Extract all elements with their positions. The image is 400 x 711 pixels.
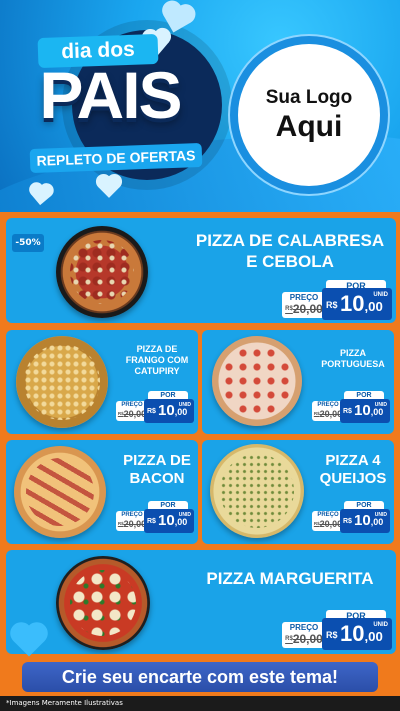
product-name: PIZZA DE BACON: [123, 452, 191, 487]
new-price-box: R$ 10,00 UNID: [340, 399, 390, 423]
footer-bar: *Imagens Meramente Ilustrativas: [0, 696, 400, 711]
product-card-portuguesa[interactable]: PIZZA PORTUGUESA POR PREÇO R$20,00 R$ 10…: [202, 330, 394, 434]
product-name: PIZZA 4 QUEIJOS: [319, 452, 387, 487]
pizza-image: [56, 556, 150, 650]
product-card-bacon[interactable]: PIZZA DE BACON POR PREÇO R$20,00 R$ 10,0…: [6, 440, 198, 544]
pizza-image: [14, 446, 106, 538]
unit-label: UNID: [374, 512, 387, 518]
currency: R$: [343, 518, 352, 525]
product-name: PIZZA PORTUGUESA: [321, 348, 385, 369]
logo-line-1: Sua Logo: [265, 87, 353, 108]
currency: R$: [147, 408, 156, 415]
campaign-title: dia dos PAIS REPLETO DE OFERTAS: [20, 28, 220, 198]
disclaimer-text: *Imagens Meramente Ilustrativas: [6, 699, 123, 707]
new-price-box: R$ 10,00 UNID: [144, 399, 194, 423]
currency: R$: [343, 408, 352, 415]
old-price: R$20,00: [285, 632, 323, 646]
product-name: PIZZA DE CALABRESA E CEBOLA: [195, 231, 385, 271]
currency: R$: [326, 630, 338, 640]
new-price-box: R$ 10,00 UNID: [340, 509, 390, 533]
pizza-image: [210, 444, 304, 538]
new-price-box: R$ 10,00 UNID: [144, 509, 194, 533]
logo-line-2: Aqui: [275, 110, 343, 143]
product-name: PIZZA MARGUERITA: [206, 569, 374, 588]
old-price-box: PREÇO R$20,00: [282, 292, 326, 318]
old-price-box: PREÇO R$20,00: [282, 622, 326, 648]
unit-label: UNID: [178, 512, 191, 518]
product-card-frango[interactable]: PIZZA DE FRANGO COM CATUPIRY POR PREÇO R…: [6, 330, 198, 434]
unit-label: UNID: [178, 402, 191, 408]
discount-badge: -50%: [12, 234, 44, 252]
product-card-marguerita[interactable]: PIZZA MARGUERITA POR PREÇO R$20,00 R$ 10…: [6, 550, 396, 654]
title-subtitle: REPLETO DE OFERTAS: [29, 143, 203, 173]
new-price-box: R$ 10,00 UNID: [322, 618, 392, 650]
currency: R$: [147, 518, 156, 525]
pizza-image: [212, 336, 302, 426]
title-pais: PAIS: [39, 58, 182, 132]
currency: R$: [326, 300, 338, 310]
cta-button[interactable]: Crie seu encarte com este tema!: [22, 662, 378, 692]
old-price: R$20,00: [285, 302, 323, 316]
product-name: PIZZA DE FRANGO COM CATUPIRY: [125, 344, 189, 376]
new-price-box: R$ 10,00 UNID: [322, 288, 392, 320]
pizza-image: [16, 336, 108, 428]
unit-label: UNID: [373, 292, 388, 298]
product-card-4-queijos[interactable]: PIZZA 4 QUEIJOS POR PREÇO R$20,00 R$ 10,…: [202, 440, 394, 544]
logo-placeholder[interactable]: Sua Logo Aqui: [238, 44, 380, 186]
pizza-image: [56, 226, 148, 318]
header-banner: dia dos PAIS REPLETO DE OFERTAS Sua Logo…: [0, 0, 400, 212]
product-card-calabresa[interactable]: -50% PIZZA DE CALABRESA E CEBOLA POR PRE…: [6, 218, 396, 323]
flyer-page: dia dos PAIS REPLETO DE OFERTAS Sua Logo…: [0, 0, 400, 711]
unit-label: UNID: [373, 622, 388, 628]
unit-label: UNID: [374, 402, 387, 408]
